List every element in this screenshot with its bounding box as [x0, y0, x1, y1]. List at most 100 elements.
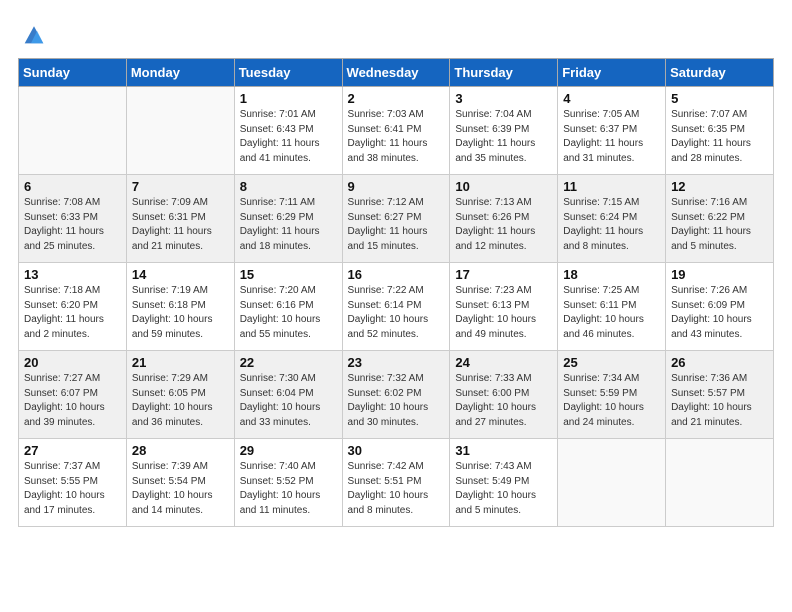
weekday-sunday: Sunday [19, 59, 127, 87]
day-cell: 22 Sunrise: 7:30 AM Sunset: 6:04 PM Dayli… [234, 351, 342, 439]
day-cell: 8 Sunrise: 7:11 AM Sunset: 6:29 PM Daylig… [234, 175, 342, 263]
day-cell: 26 Sunrise: 7:36 AM Sunset: 5:57 PM Dayli… [666, 351, 774, 439]
day-cell: 19 Sunrise: 7:26 AM Sunset: 6:09 PM Dayli… [666, 263, 774, 351]
day-number: 9 [348, 179, 445, 194]
day-info: Sunrise: 7:32 AM Sunset: 6:02 PM Dayligh… [348, 372, 445, 430]
logo-icon [20, 20, 48, 48]
week-row-2: 6 Sunrise: 7:08 AM Sunset: 6:33 PM Daylig… [19, 175, 774, 263]
day-number: 20 [24, 355, 121, 370]
day-cell [558, 439, 666, 527]
logo [18, 18, 48, 48]
day-info: Sunrise: 7:29 AM Sunset: 6:05 PM Dayligh… [132, 372, 229, 430]
day-info: Sunrise: 7:09 AM Sunset: 6:31 PM Dayligh… [132, 196, 229, 254]
day-number: 18 [563, 267, 660, 282]
day-number: 28 [132, 443, 229, 458]
day-number: 13 [24, 267, 121, 282]
day-number: 8 [240, 179, 337, 194]
day-info: Sunrise: 7:03 AM Sunset: 6:41 PM Dayligh… [348, 108, 445, 166]
day-info: Sunrise: 7:18 AM Sunset: 6:20 PM Dayligh… [24, 284, 121, 342]
day-cell: 4 Sunrise: 7:05 AM Sunset: 6:37 PM Daylig… [558, 87, 666, 175]
week-row-4: 20Sunrise: 7:27 AM Sunset: 6:07 PM Dayli… [19, 351, 774, 439]
day-number: 17 [455, 267, 552, 282]
day-cell: 13 Sunrise: 7:18 AM Sunset: 6:20 PM Dayli… [19, 263, 127, 351]
weekday-saturday: Saturday [666, 59, 774, 87]
day-number: 31 [455, 443, 552, 458]
day-info: Sunrise: 7:01 AM Sunset: 6:43 PM Dayligh… [240, 108, 337, 166]
day-info: Sunrise: 7:13 AM Sunset: 6:26 PM Dayligh… [455, 196, 552, 254]
day-cell: 9 Sunrise: 7:12 AM Sunset: 6:27 PM Daylig… [342, 175, 450, 263]
day-number: 21 [132, 355, 229, 370]
weekday-thursday: Thursday [450, 59, 558, 87]
day-info: Sunrise: 7:34 AM Sunset: 5:59 PM Dayligh… [563, 372, 660, 430]
weekday-tuesday: Tuesday [234, 59, 342, 87]
day-number: 4 [563, 91, 660, 106]
day-cell: 17 Sunrise: 7:23 AM Sunset: 6:13 PM Dayli… [450, 263, 558, 351]
day-info: Sunrise: 7:16 AM Sunset: 6:22 PM Dayligh… [671, 196, 768, 254]
day-cell: 5 Sunrise: 7:07 AM Sunset: 6:35 PM Daylig… [666, 87, 774, 175]
day-cell: 28 Sunrise: 7:39 AM Sunset: 5:54 PM Dayli… [126, 439, 234, 527]
day-info: Sunrise: 7:05 AM Sunset: 6:37 PM Dayligh… [563, 108, 660, 166]
day-number: 1 [240, 91, 337, 106]
day-cell: 2Sunrise: 7:03 AM Sunset: 6:41 PM Daylig… [342, 87, 450, 175]
weekday-header-row: SundayMondayTuesdayWednesdayThursdayFrid… [19, 59, 774, 87]
day-info: Sunrise: 7:25 AM Sunset: 6:11 PM Dayligh… [563, 284, 660, 342]
day-info: Sunrise: 7:11 AM Sunset: 6:29 PM Dayligh… [240, 196, 337, 254]
day-number: 23 [348, 355, 445, 370]
weekday-wednesday: Wednesday [342, 59, 450, 87]
day-cell: 29Sunrise: 7:40 AM Sunset: 5:52 PM Dayli… [234, 439, 342, 527]
day-number: 16 [348, 267, 445, 282]
day-cell: 31 Sunrise: 7:43 AM Sunset: 5:49 PM Dayli… [450, 439, 558, 527]
day-info: Sunrise: 7:26 AM Sunset: 6:09 PM Dayligh… [671, 284, 768, 342]
day-info: Sunrise: 7:08 AM Sunset: 6:33 PM Dayligh… [24, 196, 121, 254]
day-cell: 27 Sunrise: 7:37 AM Sunset: 5:55 PM Dayli… [19, 439, 127, 527]
day-info: Sunrise: 7:12 AM Sunset: 6:27 PM Dayligh… [348, 196, 445, 254]
week-row-3: 13 Sunrise: 7:18 AM Sunset: 6:20 PM Dayli… [19, 263, 774, 351]
day-number: 6 [24, 179, 121, 194]
day-number: 24 [455, 355, 552, 370]
day-cell: 16Sunrise: 7:22 AM Sunset: 6:14 PM Dayli… [342, 263, 450, 351]
day-info: Sunrise: 7:43 AM Sunset: 5:49 PM Dayligh… [455, 460, 552, 518]
week-row-5: 27 Sunrise: 7:37 AM Sunset: 5:55 PM Dayli… [19, 439, 774, 527]
day-info: Sunrise: 7:23 AM Sunset: 6:13 PM Dayligh… [455, 284, 552, 342]
day-info: Sunrise: 7:37 AM Sunset: 5:55 PM Dayligh… [24, 460, 121, 518]
day-number: 26 [671, 355, 768, 370]
day-cell: 10 Sunrise: 7:13 AM Sunset: 6:26 PM Dayli… [450, 175, 558, 263]
day-info: Sunrise: 7:19 AM Sunset: 6:18 PM Dayligh… [132, 284, 229, 342]
day-number: 3 [455, 91, 552, 106]
day-info: Sunrise: 7:36 AM Sunset: 5:57 PM Dayligh… [671, 372, 768, 430]
day-cell: 25 Sunrise: 7:34 AM Sunset: 5:59 PM Dayli… [558, 351, 666, 439]
day-cell: 21 Sunrise: 7:29 AM Sunset: 6:05 PM Dayli… [126, 351, 234, 439]
page: SundayMondayTuesdayWednesdayThursdayFrid… [0, 0, 792, 537]
day-info: Sunrise: 7:04 AM Sunset: 6:39 PM Dayligh… [455, 108, 552, 166]
day-cell: 7 Sunrise: 7:09 AM Sunset: 6:31 PM Daylig… [126, 175, 234, 263]
day-number: 27 [24, 443, 121, 458]
day-number: 5 [671, 91, 768, 106]
day-cell: 1 Sunrise: 7:01 AM Sunset: 6:43 PM Daylig… [234, 87, 342, 175]
day-cell [666, 439, 774, 527]
day-number: 14 [132, 267, 229, 282]
day-cell: 23 Sunrise: 7:32 AM Sunset: 6:02 PM Dayli… [342, 351, 450, 439]
day-number: 12 [671, 179, 768, 194]
day-info: Sunrise: 7:07 AM Sunset: 6:35 PM Dayligh… [671, 108, 768, 166]
day-cell [19, 87, 127, 175]
header [18, 18, 774, 48]
day-cell: 20Sunrise: 7:27 AM Sunset: 6:07 PM Dayli… [19, 351, 127, 439]
day-number: 22 [240, 355, 337, 370]
day-cell: 15Sunrise: 7:20 AM Sunset: 6:16 PM Dayli… [234, 263, 342, 351]
day-number: 15 [240, 267, 337, 282]
day-cell: 30Sunrise: 7:42 AM Sunset: 5:51 PM Dayli… [342, 439, 450, 527]
day-number: 19 [671, 267, 768, 282]
day-cell: 18 Sunrise: 7:25 AM Sunset: 6:11 PM Dayli… [558, 263, 666, 351]
day-cell: 11Sunrise: 7:15 AM Sunset: 6:24 PM Dayli… [558, 175, 666, 263]
day-info: Sunrise: 7:30 AM Sunset: 6:04 PM Dayligh… [240, 372, 337, 430]
day-number: 10 [455, 179, 552, 194]
calendar-table: SundayMondayTuesdayWednesdayThursdayFrid… [18, 58, 774, 527]
day-info: Sunrise: 7:39 AM Sunset: 5:54 PM Dayligh… [132, 460, 229, 518]
day-number: 7 [132, 179, 229, 194]
day-number: 29 [240, 443, 337, 458]
day-number: 25 [563, 355, 660, 370]
day-cell: 24Sunrise: 7:33 AM Sunset: 6:00 PM Dayli… [450, 351, 558, 439]
week-row-1: 1 Sunrise: 7:01 AM Sunset: 6:43 PM Daylig… [19, 87, 774, 175]
weekday-friday: Friday [558, 59, 666, 87]
day-cell: 14 Sunrise: 7:19 AM Sunset: 6:18 PM Dayli… [126, 263, 234, 351]
